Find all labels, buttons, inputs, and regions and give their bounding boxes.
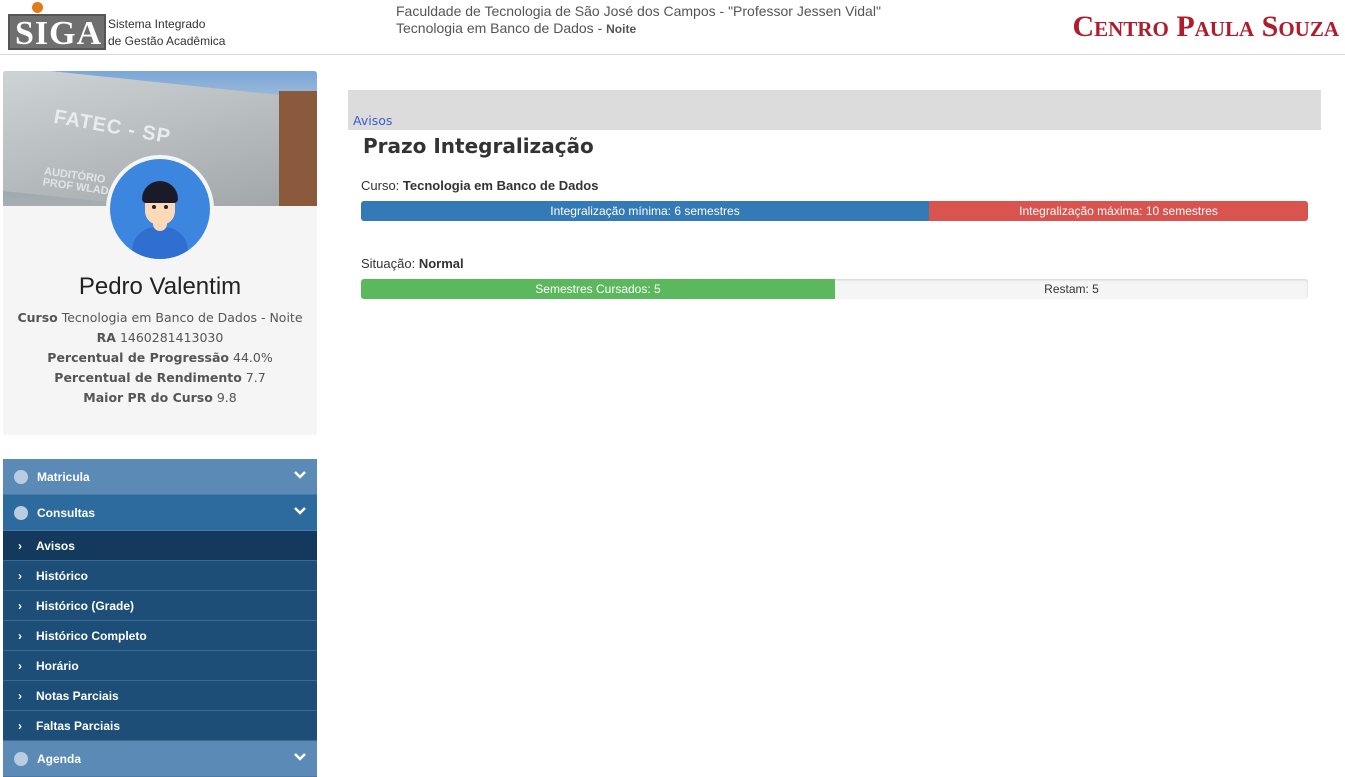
centro-paula-souza-logo[interactable]: Centro Paula Souza: [1072, 10, 1339, 44]
semestres-bar: Semestres Cursados: 5 Restam: 5: [361, 279, 1308, 299]
cover-building-right: [279, 91, 317, 206]
curso-value: Tecnologia em Banco de Dados: [402, 178, 599, 193]
header-course-name: Tecnologia em Banco de Dados: [396, 20, 594, 36]
integralizacao-maxima-segment: Integralização máxima: 10 semestres: [929, 201, 1308, 221]
chevron-down-icon: [294, 471, 306, 479]
profile-curso: Curso Tecnologia em Banco de Dados - Noi…: [17, 310, 303, 325]
chevron-right-icon: ›: [18, 719, 22, 733]
chevron-right-icon: ›: [18, 629, 22, 643]
profile-progressao: Percentual de Progressão 44.0%: [47, 350, 273, 365]
circle-icon: [14, 752, 28, 766]
avatar-icon: [110, 159, 210, 259]
menu-group-matricula[interactable]: Matricula: [3, 459, 317, 495]
avatar[interactable]: [106, 155, 214, 263]
profile-rendimento: Percentual de Rendimento 7.7: [54, 370, 266, 385]
profile-maior-pr: Maior PR do Curso 9.8: [83, 390, 237, 405]
profile-card: FATEC - SP AUDITÓRIO PROF WLAD Pedro Val…: [3, 71, 317, 435]
header: SIGA Sistema Integrado de Gestão Acadêmi…: [0, 0, 1345, 55]
integralizacao-minima-segment: Integralização mínima: 6 semestres: [361, 201, 929, 221]
menu-item-historico[interactable]: › Histórico: [3, 561, 317, 591]
situacao-line: Situação: Normal: [361, 256, 464, 271]
semestres-cursados-segment: Semestres Cursados: 5: [361, 279, 835, 299]
chevron-right-icon: ›: [18, 539, 22, 553]
breadcrumb: Avisos: [348, 90, 1321, 130]
siga-logo[interactable]: SIGA Sistema Integrado de Gestão Acadêmi…: [6, 2, 236, 52]
semestres-restam-segment: Restam: 5: [1044, 282, 1099, 296]
curso-line: Curso: Tecnologia em Banco de Dados: [361, 178, 599, 193]
logo-box: SIGA: [8, 14, 106, 52]
breadcrumb-avisos-link[interactable]: Avisos: [353, 113, 392, 128]
menu-item-historico-grade[interactable]: › Histórico (Grade): [3, 591, 317, 621]
logo-wordmark: SIGA: [15, 15, 103, 52]
chevron-right-icon: ›: [18, 659, 22, 673]
menu-item-avisos[interactable]: › Avisos: [3, 531, 317, 561]
menu-item-notas-parciais[interactable]: › Notas Parciais: [3, 681, 317, 711]
logo-dot: [32, 2, 43, 13]
page-title: Prazo Integralização: [363, 134, 594, 158]
logo-subtitle-line1: Sistema Integrado: [108, 17, 206, 31]
logo-subtitle-line2: de Gestão Acadêmica: [108, 34, 226, 48]
logo-subtitle: Sistema Integrado de Gestão Acadêmica: [108, 16, 225, 50]
chevron-down-icon: [294, 753, 306, 761]
situacao-value: Normal: [418, 256, 464, 271]
side-menu: Matricula Consultas › Avisos › Histórico ›…: [3, 459, 317, 777]
chevron-right-icon: ›: [18, 569, 22, 583]
menu-item-faltas-parciais[interactable]: › Faltas Parciais: [3, 711, 317, 741]
header-course: Tecnologia em Banco de Dados - Noite: [396, 20, 636, 38]
institution-name: Faculdade de Tecnologia de São José dos …: [396, 3, 881, 19]
student-name: Pedro Valentim: [78, 273, 242, 300]
menu-item-historico-completo[interactable]: › Histórico Completo: [3, 621, 317, 651]
integralizacao-bar: Integralização mínima: 6 semestres Integ…: [361, 201, 1308, 221]
circle-icon: [14, 506, 28, 520]
header-separator: -: [597, 20, 603, 36]
chevron-right-icon: ›: [18, 689, 22, 703]
chevron-right-icon: ›: [18, 599, 22, 613]
menu-group-agenda[interactable]: Agenda: [3, 741, 317, 777]
chevron-down-icon: [294, 507, 306, 515]
menu-group-consultas[interactable]: Consultas: [3, 495, 317, 531]
circle-icon: [14, 470, 28, 484]
header-shift: Noite: [606, 22, 637, 36]
menu-item-horario[interactable]: › Horário: [3, 651, 317, 681]
profile-ra: RA 1460281413030: [96, 330, 224, 345]
